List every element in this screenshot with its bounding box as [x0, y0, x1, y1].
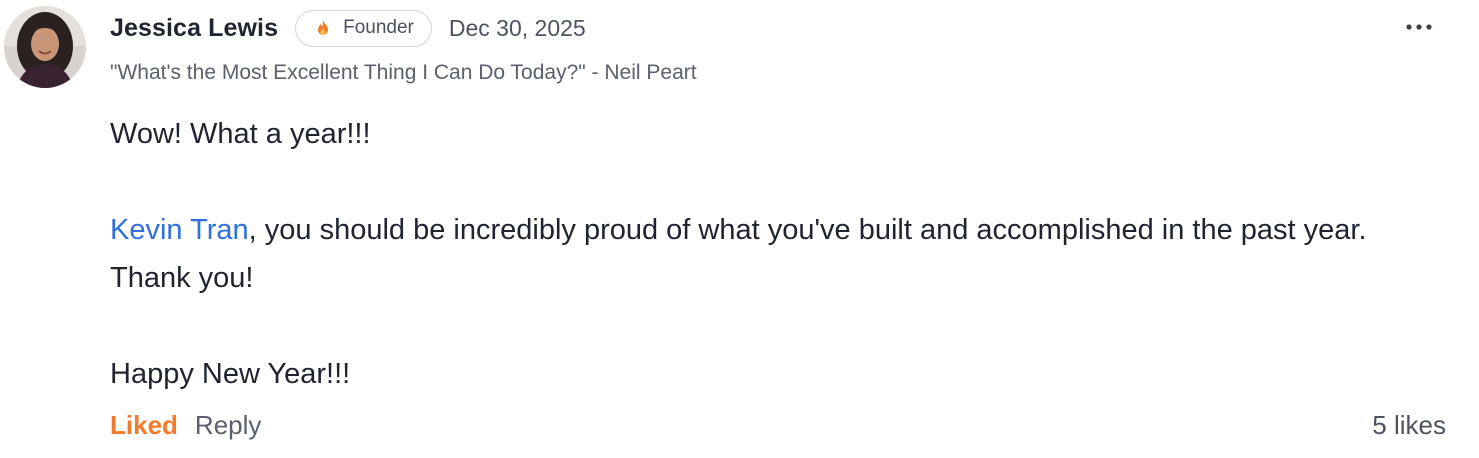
comment-date: Dec 30, 2025 — [448, 14, 586, 41]
comment-header: Jessica Lewis Founder Dec 30, 2025 — [110, 8, 586, 48]
reply-button[interactable]: Reply — [195, 410, 261, 441]
comment-actions: Liked Reply — [110, 410, 261, 441]
role-badge: Founder — [295, 9, 432, 47]
comment-text: Wow! What a year!!! — [110, 118, 371, 150]
comment-text: Happy New Year!!! — [110, 358, 351, 390]
badge-label: Founder — [343, 17, 414, 38]
comment-paragraph: Kevin Tran, you should be incredibly pro… — [110, 206, 1380, 302]
more-options-button[interactable] — [1405, 14, 1433, 40]
likes-count[interactable]: 5 likes — [1372, 410, 1446, 441]
like-button[interactable]: Liked — [110, 410, 178, 441]
more-horizontal-icon — [1406, 24, 1432, 30]
author-name[interactable]: Jessica Lewis — [110, 14, 278, 43]
mention-link[interactable]: Kevin Tran — [110, 214, 249, 246]
avatar[interactable] — [4, 6, 86, 88]
comment-paragraph: Wow! What a year!!! — [110, 110, 1380, 158]
fire-icon — [315, 19, 331, 37]
author-bio: "What's the Most Excellent Thing I Can D… — [110, 61, 697, 84]
comment-text: , you should be incredibly proud of what… — [110, 214, 1367, 294]
comment-body: Wow! What a year!!! Kevin Tran, you shou… — [110, 110, 1380, 398]
comment-paragraph: Happy New Year!!! — [110, 350, 1380, 398]
